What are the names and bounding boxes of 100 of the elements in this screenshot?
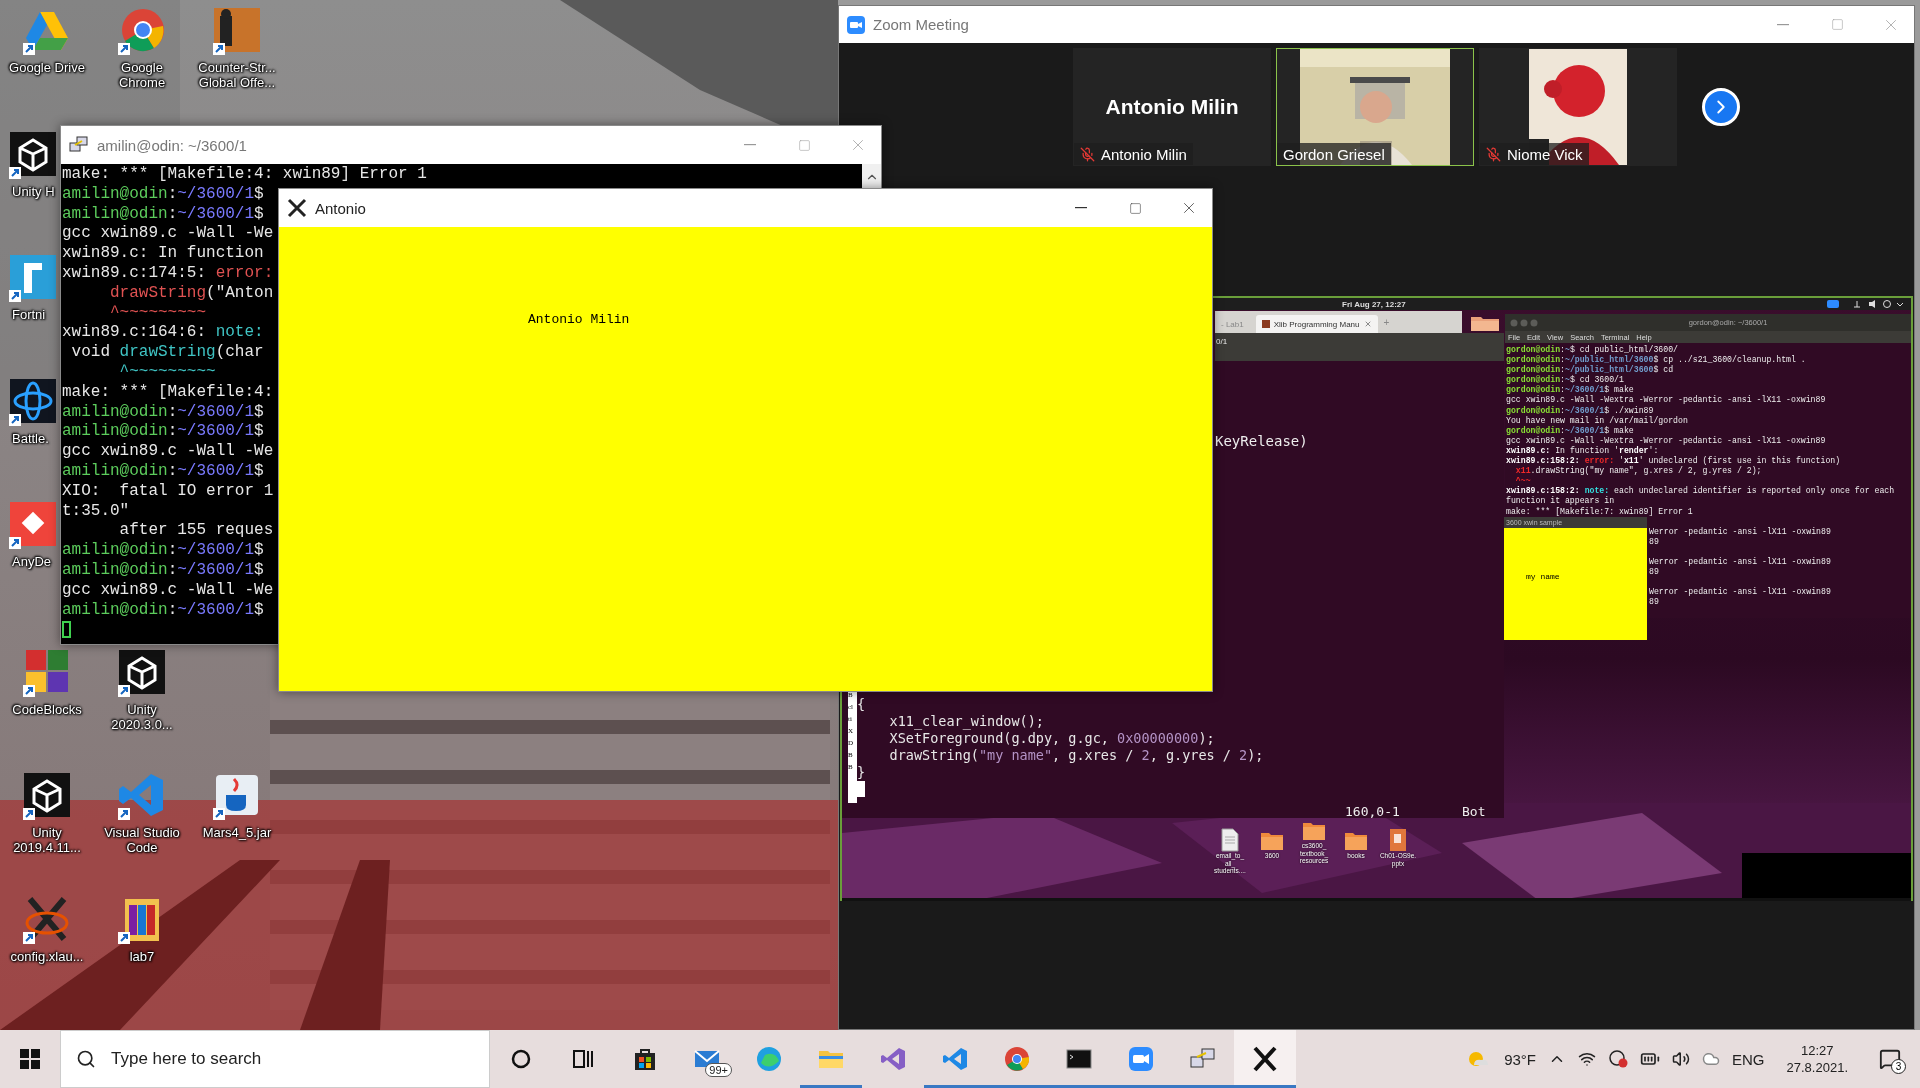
wifi-icon[interactable] bbox=[1578, 1050, 1597, 1068]
code-text: KeyRelease) bbox=[1215, 433, 1308, 449]
windows-logo-icon bbox=[20, 1049, 40, 1069]
participant-tile[interactable]: Gordon Griesel bbox=[1276, 48, 1474, 166]
icon-label: Counter-Str... Global Offe... bbox=[198, 60, 276, 90]
terminal-line: xwin89.c:158:2: note: each undeclared identifier is reported only once for each bbox=[1506, 486, 1895, 496]
language-indicator[interactable]: ENG bbox=[1732, 1050, 1765, 1068]
scroll-up-button[interactable] bbox=[862, 164, 881, 190]
game-icon[interactable] bbox=[212, 6, 262, 56]
terminal-line: 89 bbox=[1649, 567, 1659, 578]
zoom-icon bbox=[1127, 1045, 1155, 1073]
terminal-line: ^~~~~~~~~~ bbox=[109, 303, 207, 324]
code-line: drawString("my name", g.xres / 2, g.yres / 2); bbox=[888, 747, 1264, 764]
terminal-line: gcc xwin89.c -Wall -We bbox=[62, 224, 274, 245]
close-tab-icon[interactable] bbox=[1363, 320, 1372, 328]
clock-date[interactable]: 27.8.2021. bbox=[1786, 1060, 1848, 1075]
scroll-position: Bot bbox=[1462, 804, 1486, 819]
edge-icon bbox=[755, 1045, 783, 1073]
document-icon[interactable] bbox=[1218, 828, 1242, 852]
taskbar-app-button[interactable]: 99+ bbox=[676, 1030, 738, 1088]
editor-title: 0/1 bbox=[1215, 333, 1504, 361]
icon-label: config.xlau... bbox=[10, 948, 84, 964]
computers-icon bbox=[69, 135, 89, 155]
temperature: 93°F bbox=[1504, 1050, 1537, 1068]
terminal-line: gordon@odin:~/3600/1$ make bbox=[1506, 425, 1634, 436]
fortnite-icon[interactable] bbox=[8, 253, 58, 303]
terminal-line: make: *** [Makefile:4: bbox=[62, 382, 274, 403]
icon-label: Google Drive bbox=[9, 60, 85, 75]
terminal-line: amilin@odin:~/3600/1$ bbox=[62, 204, 264, 225]
terminal-line: xwin89.c: In function bbox=[62, 244, 264, 264]
anydesk-icon[interactable] bbox=[8, 500, 58, 550]
code-line: { bbox=[857, 696, 866, 713]
terminal-line: You have new mail in /var/mail/gordon bbox=[1506, 415, 1688, 426]
window-title: amilin@odin: ~/3600/1 bbox=[97, 136, 248, 154]
terminal-line: amilin@odin:~/3600/1$ bbox=[62, 560, 264, 581]
icon-label: CodeBlocks bbox=[12, 701, 82, 717]
notification-count: 3 bbox=[1891, 1059, 1906, 1074]
terminal-line: ^~~ bbox=[1514, 476, 1531, 486]
code-line: x11_clear_window(); bbox=[888, 713, 1044, 730]
text-cursor bbox=[62, 621, 71, 639]
volume-icon[interactable] bbox=[1672, 1050, 1691, 1068]
network-error-icon[interactable] bbox=[1608, 1050, 1629, 1068]
window-title: Antonio bbox=[315, 199, 367, 217]
battle-icon[interactable] bbox=[8, 376, 58, 427]
terminal-line: 89 bbox=[1649, 536, 1659, 547]
drawn-text: my name bbox=[1526, 572, 1560, 581]
terminal-line: 89 bbox=[1649, 597, 1659, 608]
terminal-line: xwin89.c: In function 'render': bbox=[1506, 445, 1659, 456]
clock-time[interactable]: 12:27 bbox=[1801, 1043, 1834, 1058]
unity-icon[interactable] bbox=[8, 129, 58, 180]
cloud-icon[interactable] bbox=[1702, 1050, 1721, 1068]
terminal-line: XIO: fatal IO error 1 bbox=[62, 481, 274, 502]
icon-label: Google Chrome bbox=[118, 60, 166, 90]
x-logo-icon bbox=[287, 198, 307, 218]
minimize-icon bbox=[744, 144, 756, 146]
folder-icon bbox=[1470, 314, 1500, 332]
search-field[interactable]: Type here to search bbox=[60, 1030, 490, 1088]
next-page-button[interactable] bbox=[1702, 88, 1740, 126]
terminal-line: gcc xwin89.c -Wall -We bbox=[62, 580, 274, 601]
icon-label: Battle. bbox=[11, 430, 49, 446]
browser-tab[interactable]: Xlib Programming Manu bbox=[1255, 315, 1378, 333]
code-line: } bbox=[857, 764, 866, 781]
icon-label: Unity 2020.3.0... bbox=[111, 701, 173, 732]
terminal-line: gcc xwin89.c -Wall -Wextra -Werror -pedantic -ansi -lX11 -oxwin89 bbox=[1506, 435, 1826, 446]
icon-label: lab7 bbox=[129, 948, 155, 964]
terminal-line: gordon@odin:~/public_html/3600$ cd bbox=[1506, 365, 1674, 375]
terminal-line: xwin89.c:158:2: error: 'x11' undeclared (first use in this function) bbox=[1506, 456, 1841, 466]
terminal-line: gcc xwin89.c -Wall -Wextra -Werror -pedantic -ansi -lX11 -oxwin89 bbox=[1506, 395, 1826, 406]
participant-name: Antonio Milin bbox=[1105, 95, 1239, 119]
participant-tile[interactable]: Antonio Milin Antonio Milin bbox=[1073, 48, 1271, 166]
unity-icon[interactable] bbox=[117, 647, 167, 698]
icon-label: Fortni bbox=[11, 307, 46, 322]
participant-tile[interactable]: Niome Vick bbox=[1479, 48, 1677, 166]
terminal-line: x11.drawString("my name", g.xres / 2, g.yres / 2); bbox=[1514, 466, 1762, 477]
unread-badge: 99+ bbox=[705, 1063, 732, 1077]
terminal-line: after 155 reques bbox=[118, 521, 274, 542]
drawn-text: Antonio Milin bbox=[528, 312, 630, 327]
terminal-line: void drawString(char bbox=[70, 343, 264, 363]
icon-label: Mars4_5.jar bbox=[202, 825, 272, 840]
clock: Fri Aug 27, 12:27 bbox=[1342, 299, 1406, 309]
video-camera-icon bbox=[847, 15, 865, 34]
unity-icon[interactable] bbox=[22, 771, 72, 821]
terminal-line: make: *** [Makefile:4: xwin89] Error 1 bbox=[62, 165, 427, 185]
icon-label: AnyDe bbox=[11, 554, 52, 569]
notifications-button[interactable]: 3 bbox=[1870, 1044, 1910, 1074]
participant-label: Gordon Griesel bbox=[1283, 145, 1385, 163]
terminal-line: Werror -pedantic -ansi -lX11 -oxwin89 bbox=[1649, 526, 1831, 537]
terminal-line: make: *** [Makefile:7: xwin89] Error 1 bbox=[1506, 506, 1693, 517]
participant-label: Niome Vick bbox=[1507, 145, 1583, 163]
taskbar-app-button[interactable] bbox=[1234, 1030, 1296, 1088]
terminal-line: gordon@odin:~/3600/1$ make bbox=[1506, 385, 1634, 395]
terminal-line: Werror -pedantic -ansi -lX11 -oxwin89 bbox=[1649, 587, 1831, 598]
chrome-icon[interactable] bbox=[117, 6, 167, 56]
icon-label: Unity 2019.4.11... bbox=[13, 825, 81, 855]
minimize-icon bbox=[1075, 207, 1087, 209]
code-line: XSetForeground(g.dpy, g.gc, 0x00000000); bbox=[888, 730, 1215, 747]
terminal-line: amilin@odin:~/3600/1$ bbox=[62, 600, 264, 621]
minimize-icon bbox=[1777, 23, 1789, 26]
maximize-icon bbox=[797, 138, 811, 152]
window-title: Zoom Meeting bbox=[873, 16, 970, 33]
